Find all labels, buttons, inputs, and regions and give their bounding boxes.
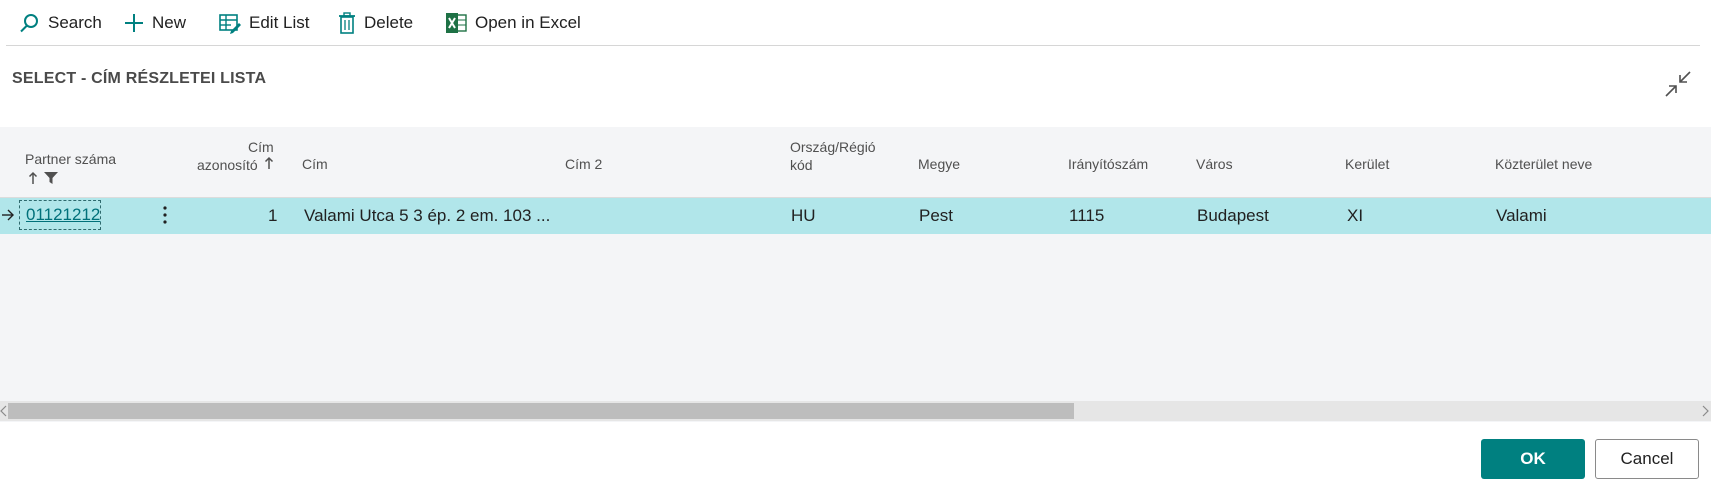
col-header-varos[interactable]: Város <box>1196 155 1233 173</box>
cell-iranyitoszam[interactable]: 1115 <box>1069 206 1104 226</box>
delete-label: Delete <box>364 13 414 32</box>
col-header-orszag-line2[interactable]: kód <box>790 156 813 174</box>
col-header-cim-2[interactable]: Cím 2 <box>565 155 602 173</box>
page-title: SELECT - CÍM RÉSZLETEI LISTA <box>12 70 267 87</box>
search-label: Search <box>48 13 102 32</box>
cell-megye[interactable]: Pest <box>919 206 953 226</box>
excel-icon <box>446 13 467 33</box>
col-header-partner[interactable]: Partner száma <box>25 150 116 168</box>
horizontal-scrollbar[interactable] <box>0 401 1711 421</box>
trash-icon <box>339 12 355 34</box>
col-header-cim[interactable]: Cím <box>302 155 328 173</box>
open-in-excel-label: Open in Excel <box>475 13 581 32</box>
scrollbar-thumb[interactable] <box>8 403 1074 419</box>
delete-button[interactable]: Delete <box>338 10 413 36</box>
table-row[interactable]: 01121212 1 Valami Utca 5 3 ép. 2 em. 103… <box>0 198 1711 234</box>
plus-icon <box>125 14 143 32</box>
filter-icon[interactable] <box>43 171 59 185</box>
sort-ascending-icon[interactable] <box>28 171 38 185</box>
new-button[interactable]: New <box>124 10 186 36</box>
search-button[interactable]: Search <box>18 10 102 36</box>
cell-varos[interactable]: Budapest <box>1197 206 1269 226</box>
cell-kozterulet[interactable]: Valami <box>1496 206 1547 226</box>
col-header-cim-azonosito-line1[interactable]: Cím <box>248 138 274 156</box>
list-grid: Partner száma Cím azonosító Cím Cím 2 Or… <box>0 127 1711 422</box>
collapse-icon[interactable] <box>1663 69 1693 99</box>
cell-cim[interactable]: Valami Utca 5 3 ép. 2 em. 103 ... <box>304 206 550 226</box>
col-header-cim-azonosito-line2[interactable]: azonosító <box>197 156 258 174</box>
search-icon <box>20 14 38 33</box>
cell-cim-azonosito[interactable]: 1 <box>268 206 277 226</box>
action-toolbar: Search New Edit List Delete Open in Exce… <box>0 0 1711 46</box>
sort-ascending-icon[interactable] <box>264 156 274 170</box>
cell-kerulet[interactable]: XI <box>1347 206 1363 226</box>
col-header-iranyitoszam[interactable]: Irányítószám <box>1068 155 1148 173</box>
scroll-left-icon[interactable] <box>0 405 8 417</box>
partner-number-link[interactable]: 01121212 <box>19 200 101 230</box>
col-header-orszag-line1[interactable]: Ország/Régió <box>790 138 876 156</box>
col-header-kerulet[interactable]: Kerület <box>1345 155 1389 173</box>
edit-list-icon <box>219 14 241 34</box>
toolbar-divider <box>6 45 1700 46</box>
col-header-kozterulet[interactable]: Közterület neve <box>1495 155 1592 173</box>
scroll-right-icon[interactable] <box>1701 405 1709 417</box>
new-label: New <box>152 13 187 32</box>
current-row-arrow-icon <box>2 209 14 221</box>
ok-button[interactable]: OK <box>1481 439 1585 479</box>
cancel-button[interactable]: Cancel <box>1595 439 1699 479</box>
row-actions-icon[interactable] <box>158 203 172 227</box>
edit-list-label: Edit List <box>249 13 310 32</box>
edit-list-button[interactable]: Edit List <box>219 10 309 36</box>
col-header-megye[interactable]: Megye <box>918 155 960 173</box>
open-in-excel-button[interactable]: Open in Excel <box>445 10 581 36</box>
cell-orszag[interactable]: HU <box>791 206 816 226</box>
